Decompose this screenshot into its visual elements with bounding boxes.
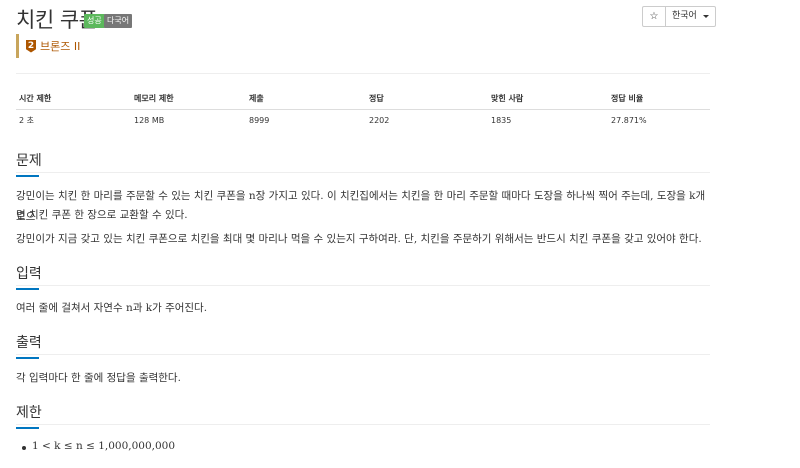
star-outline-icon: ☆ bbox=[649, 11, 659, 22]
output-description: 각 입력마다 한 줄에 정답을 출력한다. bbox=[16, 372, 181, 384]
column-header-submissions: 제출 bbox=[246, 88, 366, 110]
language-label: 한국어 bbox=[672, 11, 697, 21]
toolbar-button-group: ☆ 한국어 bbox=[642, 6, 716, 27]
cell-memory-limit: 128 MB bbox=[134, 116, 165, 125]
problem-description-p2: 강민이가 지금 갖고 있는 치킨 쿠폰으로 치킨을 최대 몇 마리나 먹을 수 … bbox=[16, 233, 702, 245]
column-header-ratio: 정답 비율 bbox=[608, 88, 710, 110]
column-header-solvers: 맞힌 사람 bbox=[488, 88, 608, 110]
status-badge-multilang: 다국어 bbox=[104, 14, 133, 28]
limit-item: 1 < k ≤ n ≤ 1,000,000,000 bbox=[32, 440, 176, 452]
column-header-memory-limit: 메모리 제한 bbox=[131, 88, 246, 110]
cell-time-limit: 2 초 bbox=[19, 116, 34, 125]
divider bbox=[16, 73, 710, 74]
bullet-icon bbox=[22, 446, 26, 450]
problem-description-line-2: 면 치킨 쿠폰 한 장으로 교환할 수 있다. bbox=[16, 209, 188, 221]
cell-solvers[interactable]: 1835 bbox=[488, 110, 608, 132]
divider bbox=[16, 285, 710, 286]
language-dropdown[interactable]: 한국어 bbox=[666, 7, 715, 26]
table-header-row: 시간 제한 메모리 제한 제출 정답 맞힌 사람 정답 비율 bbox=[16, 88, 710, 110]
column-header-time-limit: 시간 제한 bbox=[16, 88, 131, 110]
divider bbox=[16, 354, 710, 355]
input-description: 여러 줄에 걸쳐서 자연수 n과 k가 주어진다. bbox=[16, 302, 208, 314]
divider bbox=[16, 424, 710, 425]
tier-block: 2 브론즈 II bbox=[16, 34, 80, 58]
caret-down-icon bbox=[702, 15, 709, 18]
cell-ratio: 27.871% bbox=[611, 116, 647, 125]
tier-link[interactable]: 브론즈 II bbox=[40, 38, 80, 54]
cell-accepted[interactable]: 2202 bbox=[366, 110, 488, 132]
star-button[interactable]: ☆ bbox=[643, 7, 666, 26]
problem-info-table: 시간 제한 메모리 제한 제출 정답 맞힌 사람 정답 비율 2 초 128 M… bbox=[16, 88, 710, 131]
divider bbox=[16, 172, 710, 173]
tier-icon: 2 bbox=[26, 39, 36, 53]
cell-submissions[interactable]: 8999 bbox=[246, 110, 366, 132]
column-header-accepted: 정답 bbox=[366, 88, 488, 110]
status-badge-success: 성공 bbox=[84, 14, 105, 28]
table-row: 2 초 128 MB 8999 2202 1835 27.871% bbox=[16, 110, 710, 132]
